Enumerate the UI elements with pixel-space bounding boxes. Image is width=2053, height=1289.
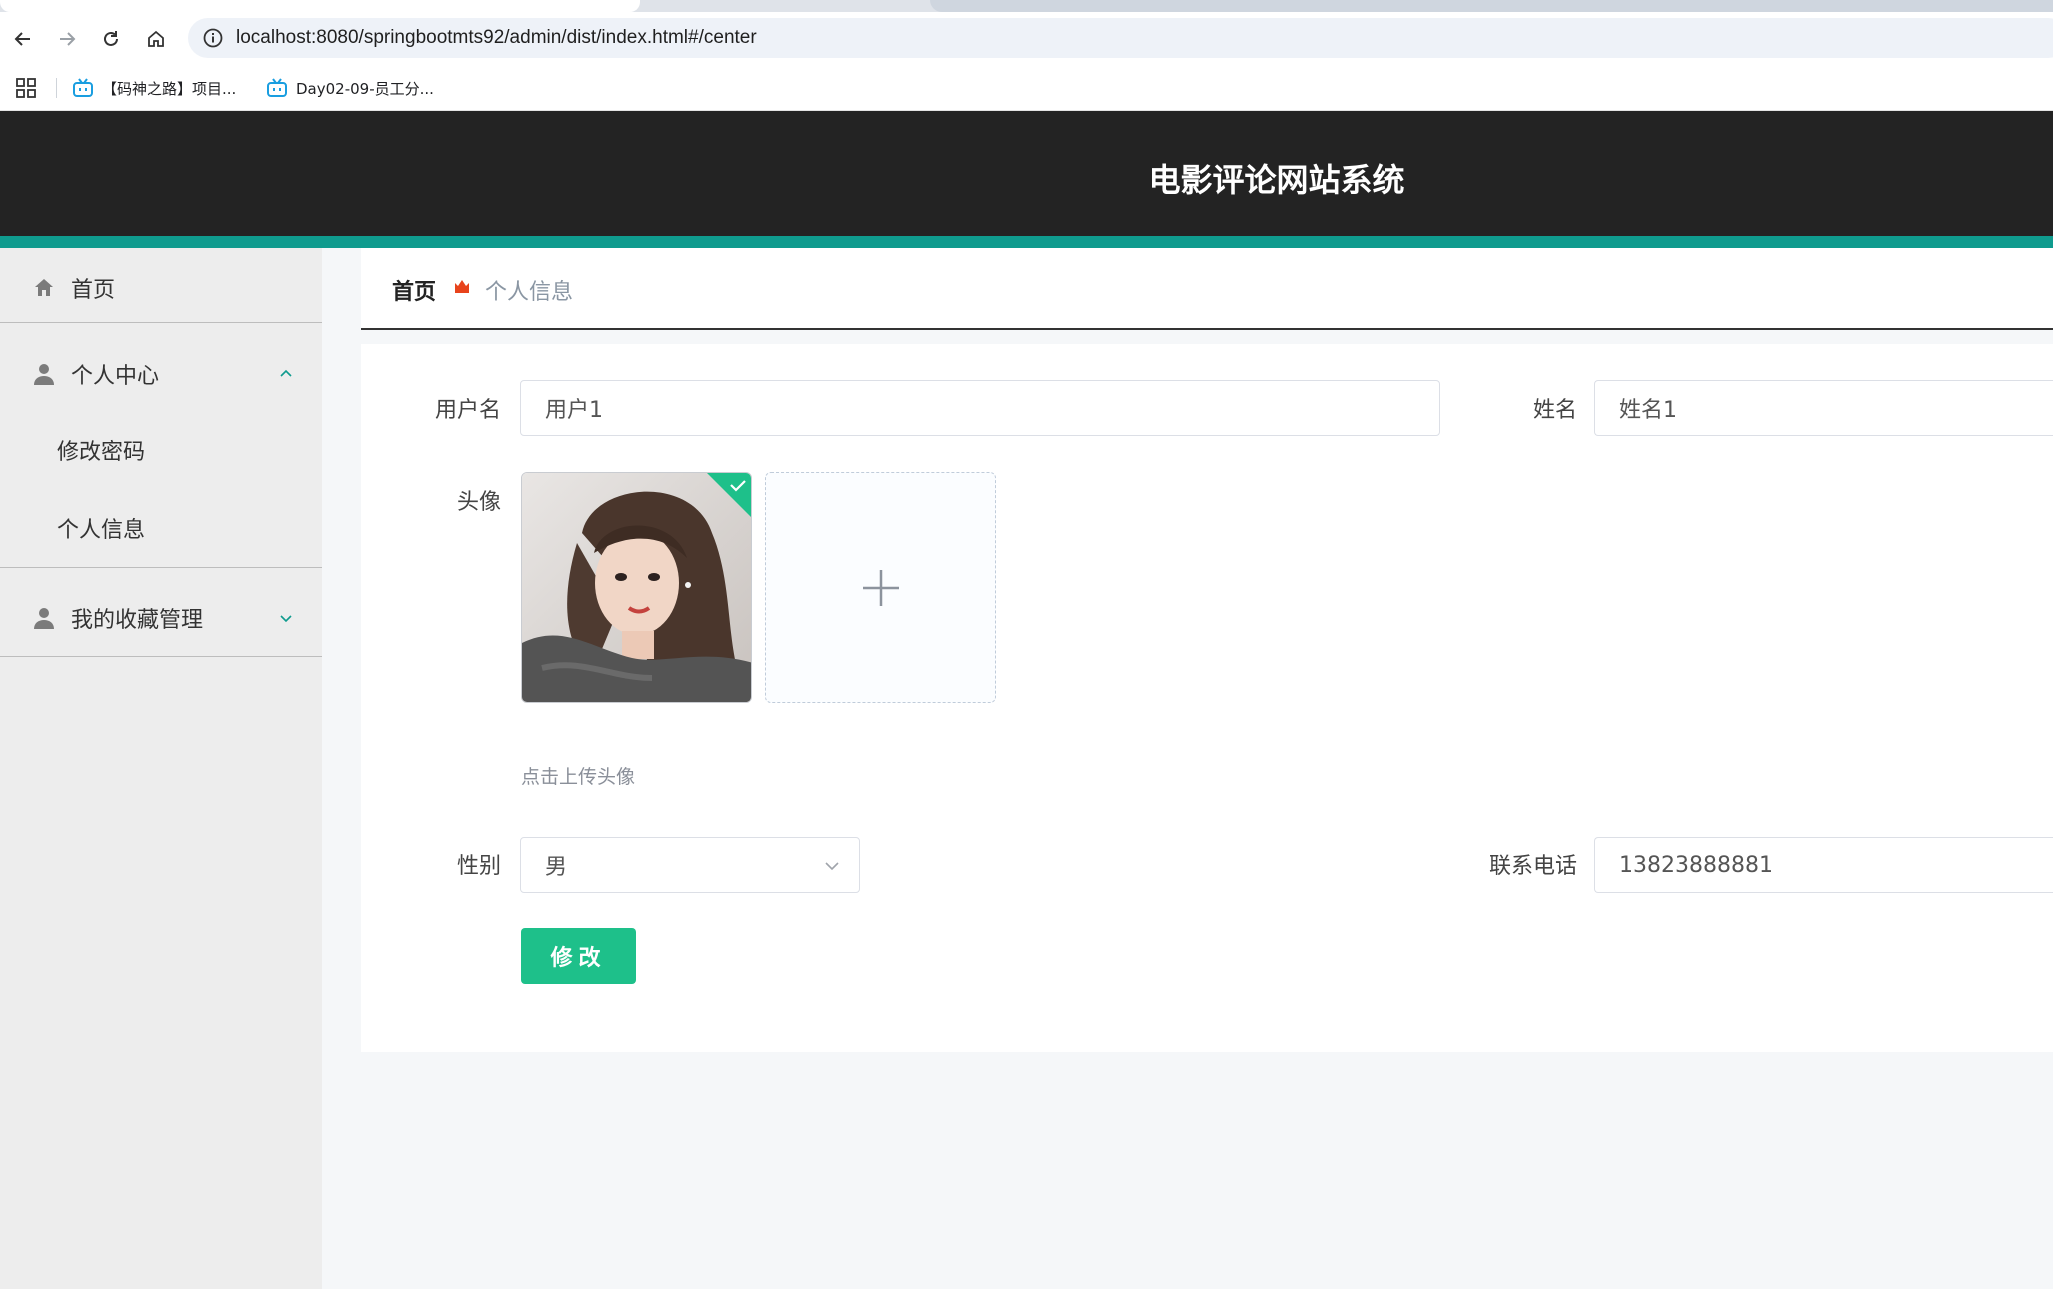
avatar-upload-button[interactable] — [765, 472, 996, 703]
breadcrumb-current: 个人信息 — [485, 280, 574, 305]
sidebar-item-personal-center[interactable]: 个人中心 — [0, 352, 322, 396]
name-input[interactable]: 姓名1 — [1594, 380, 2053, 436]
user-icon — [34, 364, 54, 385]
home-button[interactable] — [141, 24, 171, 54]
submit-button[interactable]: 修改 — [521, 928, 636, 984]
back-button[interactable] — [8, 24, 38, 54]
apps-grid-icon[interactable] — [14, 76, 38, 100]
address-bar[interactable]: localhost:8080/springbootmts92/admin/dis… — [188, 18, 2053, 58]
browser-toolbar: localhost:8080/springbootmts92/admin/dis… — [0, 12, 2053, 66]
breadcrumb-home[interactable]: 首页 — [392, 274, 436, 306]
username-label: 用户名 — [434, 398, 501, 423]
upload-tip: 点击上传头像 — [521, 766, 636, 788]
home-outline-icon — [148, 30, 164, 47]
sidebar: 首页 个人中心 修改密码 个人信息 我的收藏管理 — [0, 248, 322, 1289]
name-label: 姓名 — [1532, 398, 1577, 423]
user-icon — [34, 608, 54, 629]
bilibili-tv-icon — [267, 78, 287, 97]
header-accent-bar — [0, 236, 2053, 248]
sidebar-item-home[interactable]: 首页 — [0, 266, 322, 310]
browser-tab-active[interactable] — [0, 0, 640, 12]
plus-icon — [862, 569, 899, 606]
info-icon[interactable] — [202, 27, 224, 49]
bookmarks-divider — [56, 78, 57, 98]
sidebar-divider — [0, 656, 322, 657]
bookmark-item-1[interactable]: 【码神之路】项目... — [72, 74, 236, 102]
phone-input[interactable]: 13823888881 — [1594, 837, 2053, 893]
upload-success-check-icon — [707, 473, 751, 517]
sidebar-subitem-change-password[interactable]: 修改密码 — [57, 434, 145, 466]
sidebar-item-label: 个人中心 — [71, 364, 160, 389]
sidebar-item-label: 我的收藏管理 — [71, 608, 204, 633]
crown-separator-icon — [455, 280, 469, 293]
sidebar-divider — [0, 322, 322, 323]
chevron-down-icon — [280, 615, 292, 623]
bilibili-tv-icon — [73, 78, 93, 97]
sidebar-subitem-personal-info[interactable]: 个人信息 — [57, 512, 145, 544]
phone-value: 13823888881 — [1619, 852, 1773, 878]
profile-form: 用户名 用户1 姓名 姓名1 头像 点击上传头像 性别 男 联系电话 13823… — [361, 344, 2053, 1052]
name-value: 姓名1 — [1619, 398, 1677, 423]
phone-label: 联系电话 — [1488, 854, 1577, 879]
username-value: 用户1 — [545, 398, 603, 423]
bookmark-label: Day02-09-员工分... — [296, 79, 434, 98]
bookmarks-bar: 【码神之路】项目... Day02-09-员工分... — [0, 66, 2053, 111]
browser-tab-strip — [0, 0, 2053, 12]
home-icon — [35, 279, 53, 296]
gender-label: 性别 — [456, 854, 501, 879]
sidebar-item-label: 首页 — [71, 278, 116, 303]
username-input[interactable]: 用户1 — [520, 380, 1440, 436]
bookmark-label: 【码神之路】项目... — [102, 79, 237, 98]
forward-button[interactable] — [52, 24, 82, 54]
arrow-left-icon — [14, 32, 30, 46]
url-text[interactable]: localhost:8080/springbootmts92/admin/dis… — [236, 27, 757, 49]
app-header: 电影评论网站系统 — [0, 111, 2053, 236]
sidebar-item-my-favorites[interactable]: 我的收藏管理 — [0, 596, 322, 640]
chevron-up-icon — [280, 369, 292, 377]
breadcrumb: 首页 个人信息 — [361, 248, 2053, 330]
chevron-down-icon — [825, 862, 839, 871]
gender-select[interactable]: 男 — [520, 837, 860, 893]
bookmark-item-2[interactable]: Day02-09-员工分... — [266, 74, 434, 102]
sidebar-divider — [0, 567, 322, 568]
browser-tab-inactive[interactable] — [930, 0, 2053, 12]
arrow-right-icon — [60, 32, 76, 46]
reload-button[interactable] — [96, 24, 126, 54]
avatar-label: 头像 — [456, 490, 501, 515]
reload-icon — [104, 31, 118, 46]
avatar-image[interactable] — [521, 472, 752, 703]
app-title: 电影评论网站系统 — [1148, 161, 1405, 199]
gender-value: 男 — [545, 855, 568, 880]
